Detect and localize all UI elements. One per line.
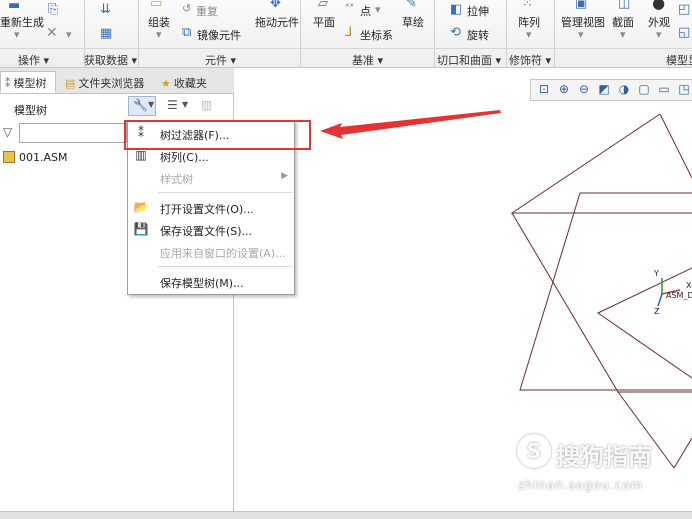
plane-button[interactable]: 平面: [313, 14, 335, 30]
floppy-disk-icon: 💾: [133, 222, 149, 236]
mirror-component-icon: ⧉: [182, 25, 192, 40]
point-button[interactable]: 点: [360, 3, 371, 19]
status-bar: [0, 511, 692, 519]
redo-button[interactable]: 重复: [196, 3, 218, 19]
mirror-component-button[interactable]: 镜像元件: [197, 27, 241, 43]
revolve-button[interactable]: 旋转: [467, 27, 489, 43]
sketch-triangle-top: [510, 113, 692, 214]
menu-separator: [158, 266, 292, 267]
coordinate-system-icon: ⅃: [345, 25, 353, 40]
tree-toolbar: 🔧 ▼ ☰ ▼ ▥: [128, 96, 228, 116]
regenerate-button[interactable]: 重新生成: [0, 14, 44, 30]
list-icon: ☰: [167, 98, 178, 112]
csys-z-axis: [657, 293, 663, 307]
group-operations-label[interactable]: 操作 ▾: [18, 52, 49, 68]
pattern-dropdown-icon[interactable]: ▾: [526, 28, 532, 41]
coordinate-system-button[interactable]: 坐标系: [360, 27, 393, 43]
tree-columns-button[interactable]: ▥: [196, 96, 224, 116]
drag-component-icon: ✥: [270, 0, 281, 11]
star-icon: ★: [161, 77, 171, 90]
axis-y-label: Y: [653, 269, 659, 278]
group-datum-label[interactable]: 基准 ▾: [352, 52, 383, 68]
revolve-icon: ⟲: [450, 25, 461, 40]
sketch-line: [659, 113, 692, 179]
menu-item-save-settings[interactable]: 💾 保存设置文件(S)...: [128, 219, 294, 240]
tab-model-tree[interactable]: ⁑ 模型树: [0, 71, 56, 93]
tab-favorites[interactable]: ★ 收藏夹: [156, 71, 218, 93]
get-data-icon[interactable]: ⇊: [100, 2, 111, 17]
tab-folder-browser[interactable]: ▤ 文件夹浏览器: [60, 71, 152, 93]
sketch-line: [673, 437, 692, 469]
settings-button[interactable]: 🔧 ▼: [128, 96, 156, 116]
menu-item-save-model-tree[interactable]: 保存模型树(M)...: [128, 271, 294, 292]
appearance-icon: ●: [652, 0, 666, 12]
manage-views-icon: ▣: [575, 0, 588, 11]
navigator-tabs: ⁑ 模型树 ▤ 文件夹浏览器 ★ 收藏夹: [0, 68, 234, 94]
copy-icon[interactable]: ⎘: [48, 2, 58, 17]
csys-label: ASM_D: [666, 291, 692, 300]
section-icon: ◫: [618, 0, 631, 11]
extrude-button[interactable]: 拉伸: [467, 3, 489, 19]
chevron-down-icon: ▼: [148, 100, 155, 109]
regenerate-icon: ▬: [8, 0, 21, 13]
axis-z-label: Z: [654, 307, 660, 316]
axis-x-label: X: [686, 281, 692, 290]
user-defined-feature-icon[interactable]: ▦: [100, 26, 112, 41]
group-model-display-label[interactable]: 模型显: [666, 52, 692, 68]
sketch-button[interactable]: 草绘: [402, 14, 424, 30]
search-input[interactable]: [19, 123, 127, 143]
redo-icon: ↺: [182, 2, 192, 15]
assemble-dropdown-icon[interactable]: ▾: [156, 28, 162, 41]
sogou-logo-icon: S: [517, 434, 551, 468]
point-icon: ˣˣ: [345, 2, 354, 13]
tree-columns-icon: ▥: [135, 148, 147, 162]
group-modifiers-label[interactable]: 修饰符 ▾: [509, 52, 551, 68]
highlight-box: [124, 120, 311, 150]
point-dropdown-icon[interactable]: ▾: [375, 3, 381, 16]
orient-icon[interactable]: ◱: [678, 25, 690, 40]
watermark-brand: 搜狗指南: [556, 443, 652, 471]
regenerate-dropdown-icon[interactable]: ▾: [14, 28, 20, 41]
columns-icon: ▥: [201, 98, 213, 112]
folder-open-icon: 📂: [133, 200, 149, 214]
drag-component-button[interactable]: 拖动元件: [255, 14, 299, 30]
model-tree-icon: ⁑: [5, 77, 11, 90]
group-cut-surface-label[interactable]: 切口和曲面 ▾: [437, 52, 501, 68]
group-get-data-label[interactable]: 获取数据 ▾: [84, 52, 137, 68]
delete-icon[interactable]: ✕: [46, 25, 58, 41]
ribbon-group-labels: 操作 ▾ 获取数据 ▾ 元件 ▾ 基准 ▾ 切口和曲面 ▾ 修饰符 ▾ 模型显: [0, 48, 692, 68]
menu-item-open-settings[interactable]: 📂 打开设置文件(O)...: [128, 197, 294, 218]
plane-icon: ▱: [318, 0, 328, 11]
extrude-icon: ◧: [450, 2, 463, 17]
submenu-arrow-icon: ▶: [281, 171, 288, 181]
menu-separator: [158, 192, 292, 193]
wrench-icon: 🔧: [133, 98, 148, 112]
pattern-icon: ⁙: [522, 0, 533, 11]
menu-item-style-tree[interactable]: 样式树 ▶: [128, 167, 294, 188]
chevron-down-icon: ▼: [182, 100, 189, 109]
assembly-icon: [3, 151, 15, 163]
watermark-url: zhinan.sogou.com: [518, 478, 644, 492]
sketch-line: [511, 212, 692, 393]
sketch-line: [597, 267, 692, 379]
show-button[interactable]: ☰ ▼: [162, 96, 190, 116]
appearance-dropdown-icon[interactable]: ▾: [656, 28, 662, 41]
menu-item-apply-window-settings[interactable]: 应用来自窗口的设置(A)...: [128, 241, 294, 262]
group-component-label[interactable]: 元件 ▾: [205, 52, 236, 68]
folder-icon: ▤: [65, 77, 76, 90]
tree-header: 模型树: [14, 104, 47, 117]
tree-item-label: 001.ASM: [19, 151, 68, 164]
section-dropdown-icon[interactable]: ▾: [620, 28, 626, 41]
manage-views-dropdown-icon[interactable]: ▾: [578, 28, 584, 41]
display-style-icon[interactable]: ◰: [678, 2, 690, 17]
ribbon: ▬ 重新生成 ▾ ⎘ ✕ ▾ ⇊ ▦ ▭ 组装 ▾ ↺ 重复 ⧉ 镜像元件 ✥ …: [0, 0, 692, 68]
delete-dropdown-icon[interactable]: ▾: [66, 28, 72, 41]
sketch-icon: ✎: [406, 0, 417, 11]
filter-icon: ▽: [3, 125, 13, 139]
assemble-icon: ▭: [150, 0, 163, 11]
